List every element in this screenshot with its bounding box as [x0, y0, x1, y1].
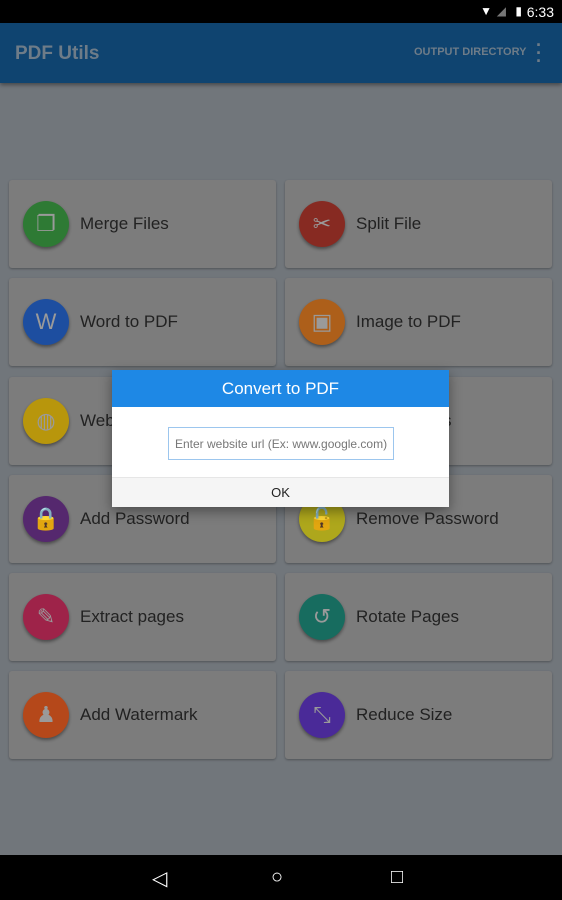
back-icon[interactable]: ◁	[152, 866, 167, 891]
clock: 6:33	[526, 4, 554, 20]
app-title: PDF Utils	[15, 43, 100, 64]
lock-icon: 🔒	[23, 496, 69, 542]
card-label: Add Password	[80, 509, 190, 528]
card-label: Image to PDF	[356, 312, 461, 331]
navigation-bar: ◁ ○ □	[0, 855, 562, 900]
convert-dialog: Convert to PDF OK	[112, 370, 449, 507]
word-icon: W	[23, 299, 69, 345]
rotate-icon: ↺	[299, 594, 345, 640]
card-label: Remove Password	[356, 509, 499, 528]
scissors-icon: ✂	[299, 201, 345, 247]
card-label: Split File	[356, 214, 422, 233]
card-add-watermark[interactable]: ♟ Add Watermark	[9, 671, 276, 759]
home-icon[interactable]: ○	[271, 866, 283, 889]
output-directory-button[interactable]: OUTPUT DIRECTORY	[414, 46, 526, 58]
stamp-icon: ♟	[23, 692, 69, 738]
merge-icon: ❐	[23, 201, 69, 247]
recents-icon[interactable]: □	[391, 866, 403, 889]
card-reduce-size[interactable]: ⤡ Reduce Size	[285, 671, 552, 759]
battery-icon: ▮	[515, 4, 522, 18]
extract-icon: ✎	[23, 594, 69, 640]
website-url-input[interactable]	[168, 427, 394, 460]
more-options-icon[interactable]: · · ·	[534, 36, 544, 70]
card-word-to-pdf[interactable]: W Word to PDF	[9, 278, 276, 366]
card-label: Merge Files	[80, 214, 169, 233]
card-rotate-pages[interactable]: ↺ Rotate Pages	[285, 573, 552, 661]
signal-icon: ◢	[496, 4, 506, 18]
card-merge-files[interactable]: ❐ Merge Files	[9, 180, 276, 268]
globe-icon: ◍	[23, 398, 69, 444]
card-label: Rotate Pages	[356, 607, 460, 626]
card-label: Add Watermark	[80, 705, 198, 724]
status-bar: ▼ ◢ ▮ 6:33	[0, 0, 562, 23]
wifi-icon: ▼	[480, 4, 492, 18]
card-extract-pages[interactable]: ✎ Extract pages	[9, 573, 276, 661]
app-bar: PDF Utils OUTPUT DIRECTORY · · ·	[0, 23, 562, 83]
dialog-title: Convert to PDF	[112, 370, 449, 407]
card-label: Extract pages	[80, 607, 184, 626]
card-label: Reduce Size	[356, 705, 453, 724]
card-split-file[interactable]: ✂ Split File	[285, 180, 552, 268]
compress-icon: ⤡	[299, 692, 345, 738]
card-label: Word to PDF	[80, 312, 178, 331]
ok-button[interactable]: OK	[112, 477, 449, 507]
card-image-to-pdf[interactable]: ▣ Image to PDF	[285, 278, 552, 366]
image-icon: ▣	[299, 299, 345, 345]
card-label: Web	[80, 411, 115, 430]
